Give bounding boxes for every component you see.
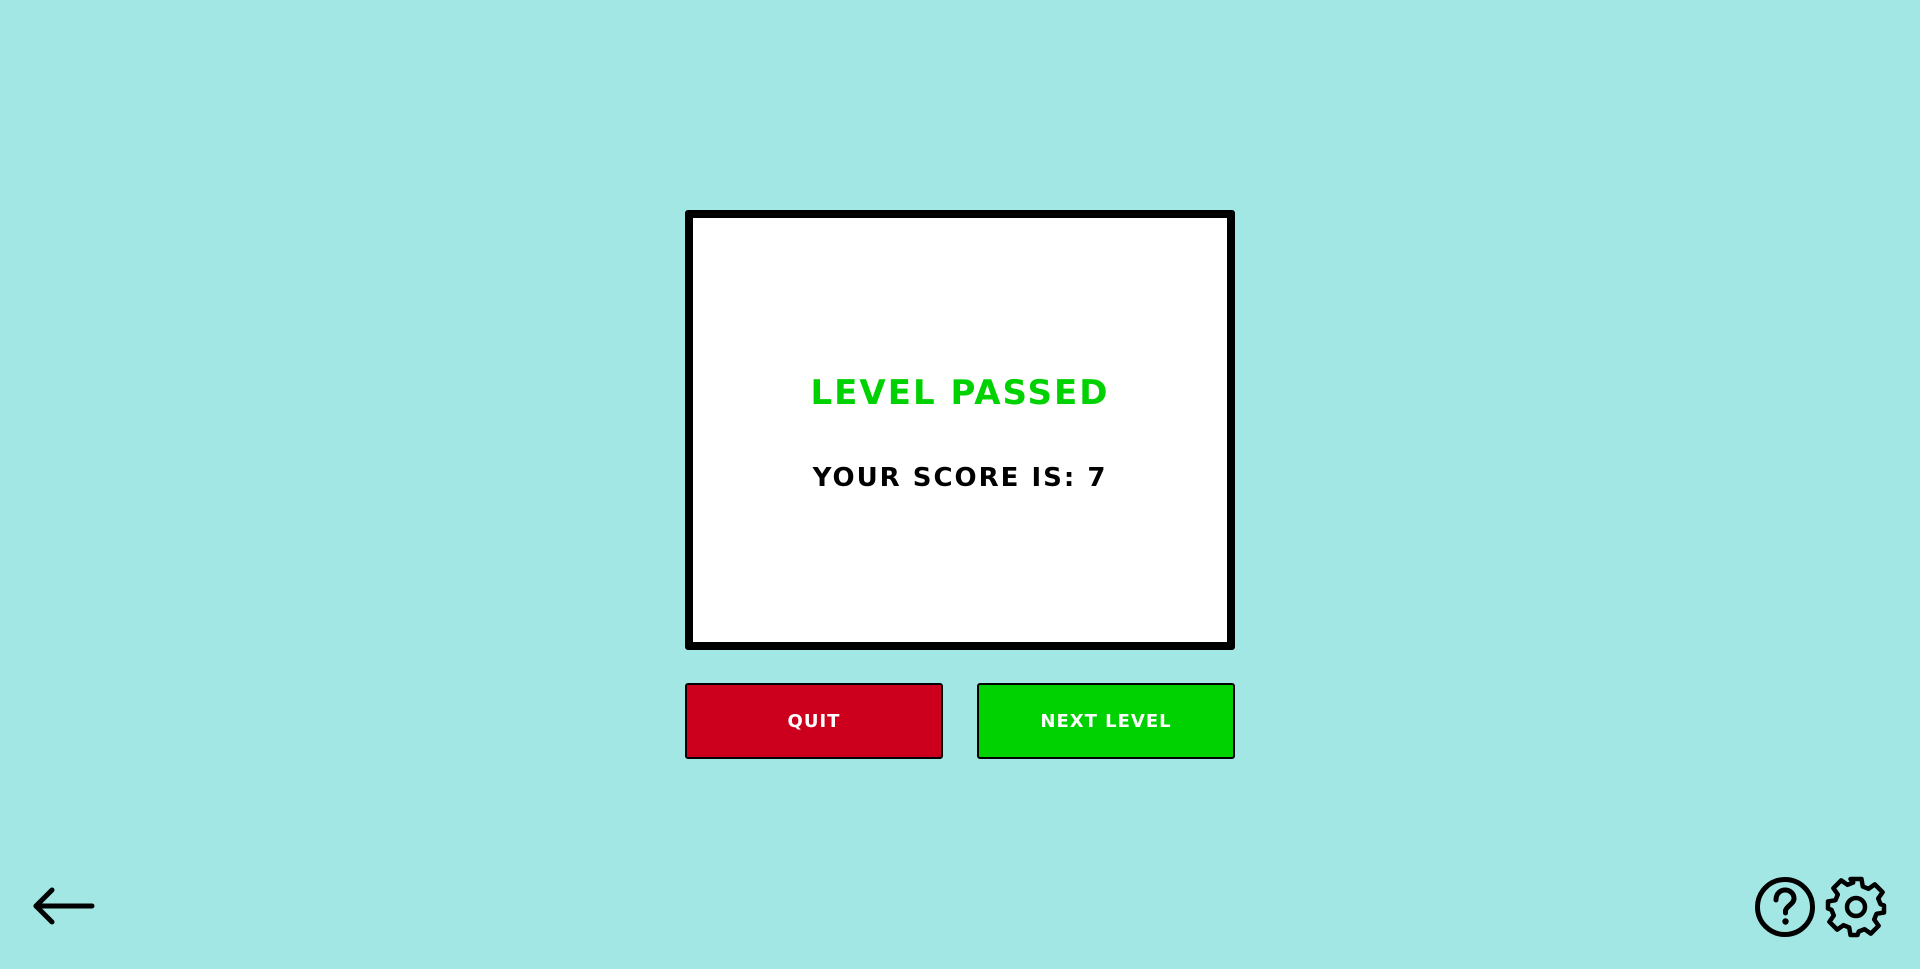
- gear-icon: [1825, 876, 1887, 938]
- quit-button[interactable]: QUIT: [685, 683, 943, 759]
- result-card: LEVEL PASSED YOUR SCORE IS: 7: [685, 210, 1235, 650]
- question-circle-icon: [1755, 877, 1815, 937]
- arrow-left-icon: [33, 887, 95, 925]
- back-button[interactable]: [30, 882, 96, 930]
- help-button[interactable]: [1754, 876, 1816, 938]
- level-result-title: LEVEL PASSED: [810, 373, 1110, 413]
- next-level-button-label: NEXT LEVEL: [1040, 710, 1172, 732]
- score-text: YOUR SCORE IS: 7: [812, 463, 1108, 493]
- settings-button[interactable]: [1824, 875, 1888, 939]
- quit-button-label: QUIT: [787, 710, 841, 732]
- next-level-button[interactable]: NEXT LEVEL: [977, 683, 1235, 759]
